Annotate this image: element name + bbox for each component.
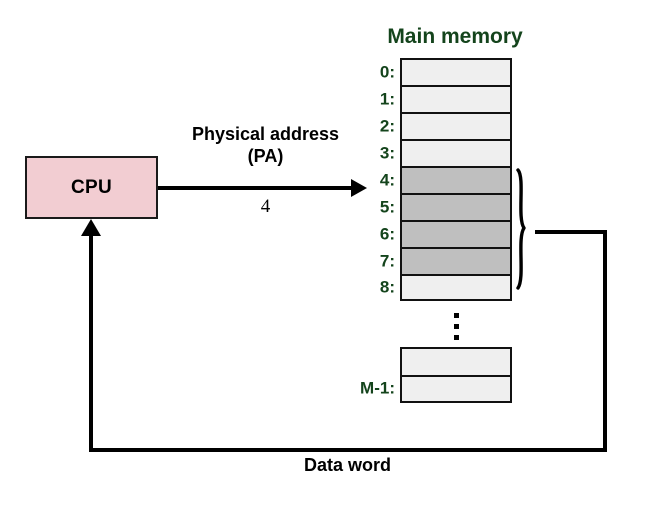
memory-row-highlighted: 5: bbox=[380, 193, 512, 220]
physical-address-value: 4 bbox=[260, 196, 271, 217]
memory-row-index: 3: bbox=[379, 143, 395, 163]
memory-row-highlighted: 4: bbox=[380, 166, 512, 193]
memory-row: 3: bbox=[380, 139, 512, 166]
ellipsis-dot bbox=[453, 323, 459, 329]
main-memory-block: 0: 1: 2: 3: 4: 5: 6: 7: 8: bbox=[380, 58, 512, 301]
data-word-path-left-segment bbox=[89, 232, 93, 450]
cpu-block: CPU bbox=[25, 156, 158, 219]
memory-row-index: 0: bbox=[379, 62, 395, 82]
memory-row bbox=[400, 347, 512, 375]
memory-row: 8: bbox=[380, 274, 512, 301]
memory-row-index: 4: bbox=[379, 170, 395, 190]
memory-row-index: 1: bbox=[379, 89, 395, 109]
curly-brace-icon bbox=[516, 168, 526, 290]
memory-row-highlighted: 7: bbox=[380, 247, 512, 274]
data-word-path-right-segment bbox=[603, 230, 607, 452]
arrow-up-icon bbox=[81, 219, 101, 236]
memory-row-index: 6: bbox=[379, 224, 395, 244]
main-memory-tail-block: M-1: bbox=[360, 347, 512, 403]
memory-row: 0: bbox=[380, 58, 512, 85]
physical-address-label-line1: Physical address bbox=[191, 124, 340, 144]
memory-row-index: 5: bbox=[379, 197, 395, 217]
memory-row-index: M-1: bbox=[360, 378, 395, 398]
memory-row-index: 8: bbox=[379, 277, 395, 297]
memory-row-index: 7: bbox=[379, 251, 395, 271]
physical-address-label: Physical address (PA) bbox=[168, 124, 363, 168]
memory-row-index: 2: bbox=[379, 116, 395, 136]
ellipsis-dot bbox=[453, 334, 459, 340]
physical-address-label-line2: (PA) bbox=[247, 145, 284, 166]
cpu-label: CPU bbox=[70, 176, 112, 198]
data-word-label: Data word bbox=[303, 455, 391, 475]
memory-row: 1: bbox=[380, 85, 512, 112]
physical-address-arrow-line bbox=[158, 186, 355, 190]
memory-row-highlighted: 6: bbox=[380, 220, 512, 247]
vertical-ellipsis-icon bbox=[400, 305, 512, 347]
memory-row-last: M-1: bbox=[360, 375, 512, 403]
main-memory-title: Main memory bbox=[387, 25, 523, 48]
memory-addressing-diagram: CPU Physical address (PA) 4 Main memory … bbox=[0, 0, 650, 520]
memory-row: 2: bbox=[380, 112, 512, 139]
data-word-path-top-segment bbox=[535, 230, 607, 234]
arrow-right-icon bbox=[351, 179, 367, 197]
ellipsis-dot bbox=[453, 312, 459, 318]
data-word-path-bottom-segment bbox=[89, 448, 607, 452]
